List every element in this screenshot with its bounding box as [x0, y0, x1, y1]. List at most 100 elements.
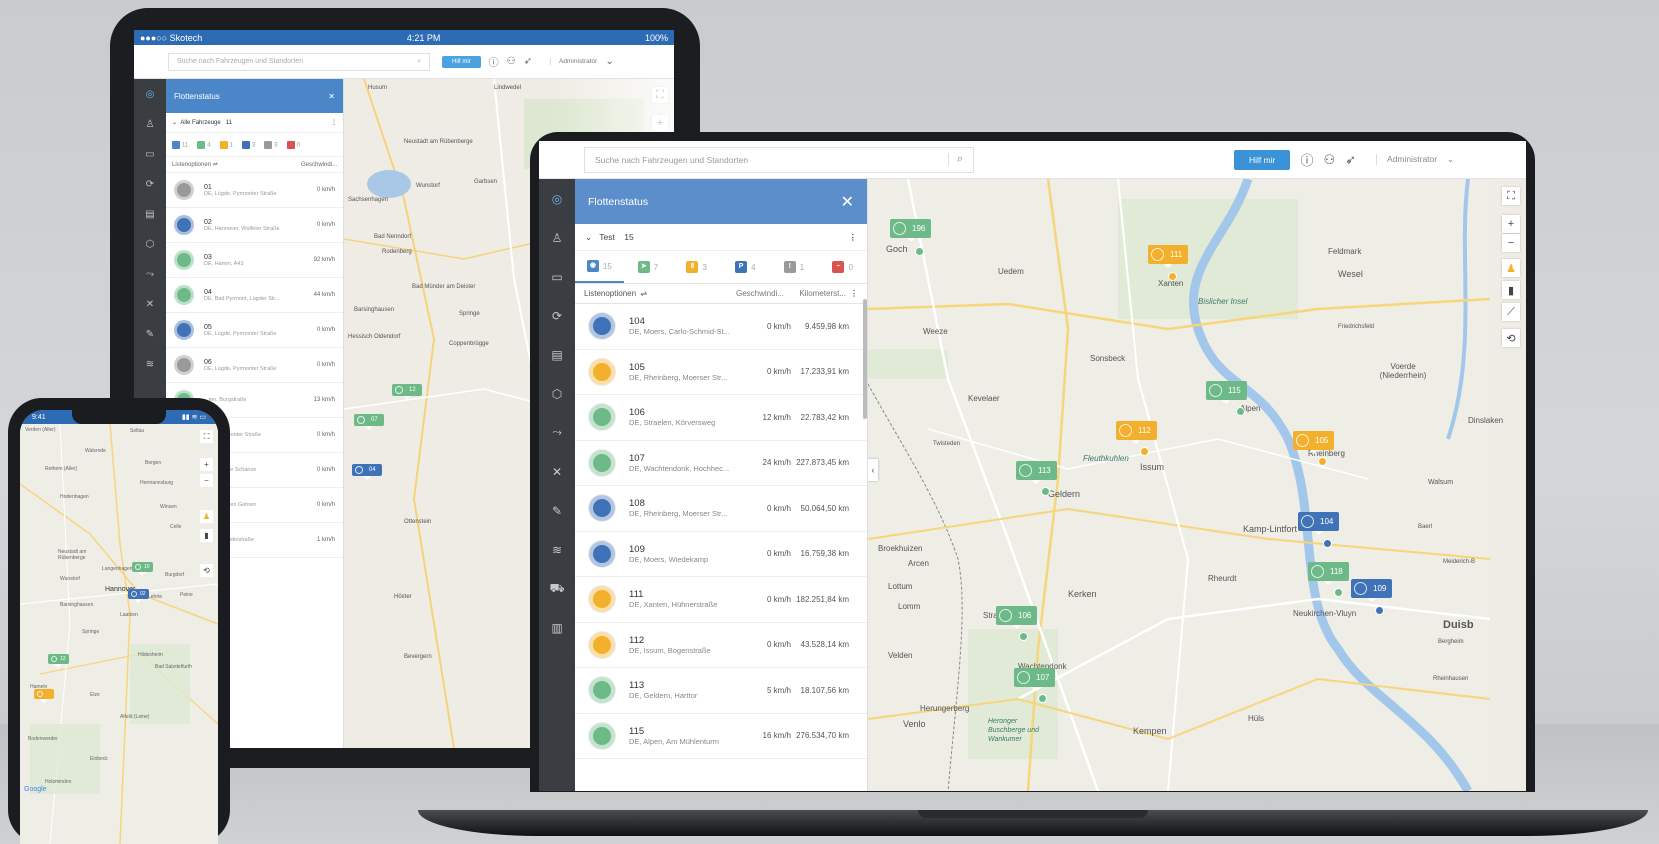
vehicle-marker[interactable]: 113: [1016, 461, 1057, 484]
close-icon[interactable]: ✕: [328, 92, 335, 101]
vehicle-marker[interactable]: 04: [352, 464, 382, 480]
speed-column-header[interactable]: Geschwindi...: [729, 289, 784, 298]
vehicle-marker[interactable]: 107: [1014, 668, 1056, 691]
vehicle-marker[interactable]: 12: [392, 384, 422, 400]
street-view-icon[interactable]: ♟: [1502, 259, 1520, 277]
layers-icon[interactable]: ≋: [134, 349, 166, 379]
users-icon[interactable]: ⚇: [507, 56, 516, 67]
collapse-panel-button[interactable]: ‹: [868, 459, 878, 481]
route-icon[interactable]: ⤳: [134, 259, 166, 289]
search-input[interactable]: Suche nach Fahrzeugen und Standorten ⌕: [584, 146, 974, 173]
vehicle-marker[interactable]: 196: [890, 219, 932, 242]
status-filter[interactable]: ◉ 15: [575, 251, 624, 283]
table-row[interactable]: 105 DE, Rheinberg, Moerser Str... 0 km/h…: [575, 350, 867, 395]
more-icon[interactable]: ⋮: [331, 119, 337, 126]
status-filter[interactable]: Ⅱ3: [672, 251, 721, 283]
route-icon[interactable]: ⤳: [539, 413, 575, 452]
filter-driving[interactable]: 4: [197, 140, 211, 149]
users-icon[interactable]: ⚇: [1323, 152, 1335, 168]
fleet-map[interactable]: Goch Uedem Xanten Feldmark Wesel Bislich…: [868, 179, 1526, 791]
vehicle-marker[interactable]: 10: [132, 562, 153, 576]
search-icon[interactable]: ⌕: [947, 153, 963, 166]
filter-parked[interactable]: 3: [241, 140, 255, 149]
box-icon[interactable]: ⬡: [134, 229, 166, 259]
phone-map[interactable]: Verden (Aller) Soltau Walsrode Bergen Re…: [20, 424, 218, 844]
filter-all[interactable]: 11: [172, 140, 188, 149]
status-filter[interactable]: ! 1: [770, 251, 819, 283]
vehicle-marker[interactable]: 02: [128, 589, 149, 603]
filter-paused[interactable]: 1: [219, 140, 233, 149]
speed-header[interactable]: Geschwindi...: [301, 162, 337, 168]
table-row[interactable]: 108 DE, Rheinberg, Moerser Str... 0 km/h…: [575, 486, 867, 532]
filter-offline[interactable]: 0: [286, 140, 300, 149]
group-selector[interactable]: ⌄ Test 15 ⋮: [575, 224, 867, 251]
more-icon[interactable]: ⋮: [849, 232, 858, 243]
vehicle-marker[interactable]: 112: [1116, 421, 1157, 444]
list-item[interactable]: 05 DE, Lügde, Pyrmonter Straße 0 km/h: [166, 313, 343, 348]
chat-icon[interactable]: ▭: [539, 257, 575, 296]
document-icon[interactable]: ▤: [539, 335, 575, 374]
list-item[interactable]: 03 DE, Hamm, A43 92 km/h: [166, 243, 343, 278]
fullscreen-icon[interactable]: ⛶: [1502, 187, 1520, 205]
person-icon[interactable]: ♙: [134, 109, 166, 139]
person-icon[interactable]: ♙: [539, 218, 575, 257]
close-icon[interactable]: ✕: [841, 192, 854, 212]
list-scrollbar[interactable]: [863, 299, 867, 419]
fullscreen-icon[interactable]: ⛶: [200, 430, 213, 443]
zoom-out-icon[interactable]: −: [200, 474, 213, 487]
tools-icon[interactable]: ✕: [539, 452, 575, 491]
box-icon[interactable]: ⬡: [539, 374, 575, 413]
tools-icon[interactable]: ✕: [134, 289, 166, 319]
chevron-down-icon[interactable]: ⌄: [605, 56, 613, 67]
reset-icon[interactable]: ⟲: [1502, 329, 1520, 347]
list-item[interactable]: 01 DE, Lügde, Pyrmonter Straße 0 km/h: [166, 173, 343, 208]
edit-icon[interactable]: ✎: [134, 319, 166, 349]
info-icon[interactable]: ⓘ: [1300, 150, 1313, 169]
filter-alert[interactable]: 3: [264, 140, 278, 149]
vehicle-marker[interactable]: 106: [996, 606, 1038, 629]
chat-icon[interactable]: ▭: [134, 139, 166, 169]
status-filter[interactable]: −0: [818, 251, 867, 283]
table-row[interactable]: 107 DE, Wachtendonk, Hochhec... 24 km/h …: [575, 441, 867, 486]
info-icon[interactable]: ⓘ: [489, 54, 499, 69]
table-row[interactable]: 115 DE, Alpen, Am Mühlenturm 16 km/h 276…: [575, 714, 867, 759]
list-item[interactable]: 02 DE, Hannover, Wülfeler Straße 0 km/h: [166, 208, 343, 243]
ruler-icon[interactable]: ⟋: [1502, 303, 1520, 321]
dashboard-icon[interactable]: ◎: [134, 79, 166, 109]
vehicle-marker[interactable]: 118: [1308, 562, 1349, 585]
list-options-button[interactable]: Listenoptionen ⇌: [172, 161, 218, 168]
table-row[interactable]: 109 DE, Moers, Wiedekamp 0 km/h 16.759,3…: [575, 532, 867, 577]
list-item[interactable]: 06 DE, Lügde, Pyrmonter Straße 0 km/h: [166, 348, 343, 383]
lock-icon[interactable]: ▮: [1502, 281, 1520, 299]
vehicle-marker[interactable]: 109: [1351, 579, 1393, 602]
list-options-button[interactable]: Listenoptionen ⇌: [584, 289, 647, 298]
edit-icon[interactable]: ✎: [539, 491, 575, 530]
help-button[interactable]: Hilf mir: [442, 55, 481, 68]
tablet-search-input[interactable]: Suche nach Fahrzeugen und Standorten ⌕: [168, 52, 430, 71]
vehicle-marker[interactable]: 104: [1298, 512, 1340, 535]
table-row[interactable]: 112 DE, Issum, Bogenstraße 0 km/h 43.528…: [575, 623, 867, 668]
zoom-in-icon[interactable]: +: [200, 458, 213, 471]
table-row[interactable]: 111 DE, Xanten, Hühnerstraße 0 km/h 182.…: [575, 577, 867, 623]
vehicle-marker[interactable]: [34, 689, 54, 703]
send-icon[interactable]: ➶: [1345, 152, 1356, 168]
status-filter[interactable]: ➤ 7: [624, 251, 673, 283]
table-row[interactable]: 104 DE, Moers, Carlo-Schmid-St... 0 km/h…: [575, 304, 867, 350]
list-item[interactable]: 04 DE, Bad Pyrmont, Lügder Str... 44 km/…: [166, 278, 343, 313]
street-view-icon[interactable]: ♟: [200, 510, 213, 523]
chart-icon[interactable]: ▥: [539, 608, 575, 647]
more-icon[interactable]: ⋮: [850, 289, 858, 298]
help-button[interactable]: Hilf mir: [1234, 149, 1291, 170]
car-icon[interactable]: ⛟: [539, 569, 575, 608]
refresh-icon[interactable]: ⟳: [539, 296, 575, 335]
lock-icon[interactable]: ▮: [200, 529, 213, 542]
search-icon[interactable]: ⌕: [417, 58, 421, 66]
zoom-in-icon[interactable]: +: [1502, 215, 1520, 233]
table-row[interactable]: 113 DE, Geldern, Harttor 5 km/h 18.107,5…: [575, 668, 867, 714]
status-filter[interactable]: P4: [721, 251, 770, 283]
send-icon[interactable]: ➶: [524, 56, 532, 67]
admin-menu[interactable]: Administrator ⌄: [1376, 154, 1464, 165]
refresh-icon[interactable]: ⟳: [134, 169, 166, 199]
reset-icon[interactable]: ⟲: [200, 564, 213, 577]
layers-icon[interactable]: ≋: [539, 530, 575, 569]
